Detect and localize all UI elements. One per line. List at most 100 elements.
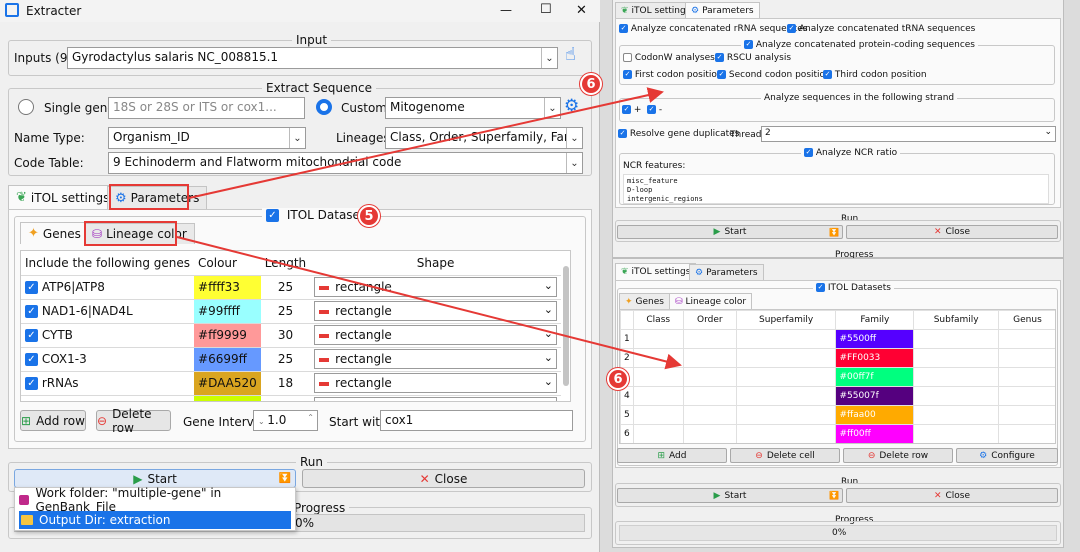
shape-cell[interactable]: rectangle ⌄ — [310, 323, 561, 348]
table-row[interactable]: ✓ CYTB #ff9999 30 rectangle ⌄ — [21, 323, 561, 348]
option-rscu[interactable]: ✓ RSCU analysis — [715, 53, 791, 63]
tab-parameters-small[interactable]: ⚙ Parameters — [689, 264, 764, 280]
lineage-cell[interactable] — [997, 424, 1055, 443]
configure-button[interactable]: ⚙ Configure — [956, 448, 1058, 463]
option-rrna[interactable]: ✓ Analyze concatenated rRNA sequences — [619, 24, 808, 34]
table-row[interactable]: 3#00ff7f — [620, 367, 1055, 387]
chevron-down-icon[interactable]: ⌄ — [566, 153, 582, 173]
lineage-cell[interactable] — [735, 386, 837, 406]
gene-cell[interactable]: ✓ NAD1-6|NAD4L — [21, 299, 195, 324]
length-cell[interactable]: 25 — [260, 347, 311, 372]
gene-cell[interactable]: ✓ CYTB — [21, 323, 195, 348]
lineage-cell[interactable] — [997, 405, 1055, 425]
lineage-cell[interactable] — [735, 405, 837, 425]
gene-cell[interactable]: ✓ tRNAs — [21, 395, 195, 402]
lineage-cell[interactable] — [913, 386, 999, 406]
start-button-small[interactable]: ▶ Start ⏬ — [617, 225, 843, 239]
lineage-cell[interactable] — [997, 348, 1055, 368]
lineage-cell[interactable] — [997, 367, 1055, 387]
check-icon[interactable]: ✓ — [25, 329, 38, 342]
lineage-cell[interactable] — [735, 329, 837, 349]
gear-icon[interactable]: ⚙ — [564, 96, 579, 116]
length-cell[interactable]: 15 — [260, 395, 311, 401]
gene-interval-spinbox[interactable]: ⌄ 1.0 ⌃ — [253, 410, 318, 431]
add-row-button[interactable]: ⊞ Add row — [20, 410, 86, 431]
delete-row-button[interactable]: ⊖ Delete row — [96, 407, 171, 435]
delete-cell-button[interactable]: ⊖ Delete cell — [730, 448, 840, 463]
table-row[interactable]: 4 #55007f — [620, 386, 1055, 406]
lineage-cell[interactable] — [632, 348, 684, 368]
family-color-cell[interactable]: #FF0033 — [835, 348, 915, 368]
family-color-cell[interactable]: #ff00ff — [835, 424, 915, 443]
chevron-down-icon[interactable]: ⌄ — [544, 98, 560, 118]
shape-cell[interactable]: rectangle ⌄ — [310, 395, 561, 401]
check-icon[interactable]: ✓ — [25, 401, 38, 402]
colour-cell[interactable]: #ccff00 — [194, 395, 261, 401]
lineage-cell[interactable] — [735, 367, 837, 387]
chevron-double-down-icon[interactable]: ⏬ — [829, 491, 839, 500]
chevron-down-icon[interactable]: ⌄ — [544, 375, 553, 388]
vertical-scrollbar[interactable] — [563, 266, 569, 386]
ncr-features-list[interactable]: misc_feature D-loop intergenic_regions — [623, 174, 1049, 204]
lineage-cell[interactable] — [682, 405, 737, 425]
close-button-small[interactable]: ✕ Close — [846, 488, 1058, 503]
single-gene-input[interactable]: 18S or 28S or ITS or cox1... — [108, 97, 305, 119]
delete-row-button-small[interactable]: ⊖ Delete row — [843, 448, 953, 463]
colour-cell[interactable]: #ffff33 — [194, 275, 261, 300]
close-window-button[interactable]: ✕ — [576, 3, 587, 18]
check-icon[interactable]: ✓ — [25, 305, 38, 318]
lineage-cell[interactable] — [735, 424, 837, 443]
minimize-button[interactable]: — — [500, 3, 512, 17]
tab-itol-settings[interactable]: ❦ iTOL settings — [8, 185, 118, 209]
lineage-cell[interactable] — [632, 386, 684, 406]
chevron-down-icon[interactable]: ⌄ — [541, 48, 557, 68]
menu-item-output-dir[interactable]: Output Dir: extraction — [19, 511, 291, 529]
lineage-cell[interactable] — [913, 348, 999, 368]
tab-genes[interactable]: ✦ Genes — [20, 222, 89, 244]
strand-minus[interactable]: ✓ - — [647, 105, 662, 115]
lineage-cell[interactable] — [632, 367, 684, 387]
tab-parameters-small[interactable]: ⚙ Parameters — [685, 2, 760, 18]
add-button[interactable]: ⊞ Add — [617, 448, 727, 463]
table-row[interactable]: 1 #5500ff — [620, 329, 1055, 349]
shape-cell[interactable]: rectangle ⌄ — [310, 299, 561, 324]
lineage-cell[interactable] — [682, 329, 737, 349]
tab-itol-settings-small[interactable]: ❦ iTOL settings — [615, 263, 697, 280]
code-table-select[interactable]: 9 Echinoderm and Flatworm mitochondrial … — [108, 152, 583, 174]
lineage-cell[interactable] — [682, 367, 737, 387]
option-ncr[interactable]: ✓ Analyze NCR ratio — [801, 148, 901, 158]
chevron-down-icon[interactable]: ⌄ — [544, 303, 553, 316]
pointer-hand-icon[interactable]: ☝ — [565, 44, 583, 66]
chevron-double-down-icon[interactable]: ⏬ — [829, 228, 839, 237]
gene-cell[interactable]: ✓ rRNAs — [21, 371, 195, 396]
lineage-cell[interactable] — [632, 405, 684, 425]
start-button-small[interactable]: ▶ Start ⏬ — [617, 488, 843, 503]
chevron-down-icon[interactable]: ⌄ — [544, 327, 553, 340]
colour-cell[interactable]: #6699ff — [194, 347, 261, 372]
table-row[interactable]: 5 #ffaa00 — [620, 405, 1055, 425]
maximize-button[interactable]: ☐ — [540, 2, 552, 17]
check-icon[interactable]: ✓ — [25, 281, 38, 294]
table-row[interactable]: ✓ COX1-3 #6699ff 25 rectangle ⌄ — [21, 347, 561, 372]
gene-cell[interactable]: ✓ COX1-3 — [21, 347, 195, 372]
family-color-cell[interactable]: #ffaa00 — [835, 405, 915, 425]
colour-cell[interactable]: #DAA520 — [194, 371, 261, 396]
option-pcg[interactable]: ✓ Analyze concatenated protein-coding se… — [741, 40, 978, 50]
chevron-down-icon[interactable]: ⌄ — [544, 279, 553, 292]
tab-lineage-color-small[interactable]: ⛁ Lineage color — [669, 293, 753, 309]
close-button[interactable]: ✕ Close — [302, 469, 585, 488]
close-button-small[interactable]: ✕ Close — [846, 225, 1058, 239]
chevron-down-icon[interactable]: ⌄ — [1044, 127, 1052, 137]
family-color-cell[interactable]: #55007f — [835, 386, 915, 406]
lineage-cell[interactable] — [682, 386, 737, 406]
menu-item-work-folder[interactable]: Work folder: "multiple-gene" in GenBank_… — [19, 486, 293, 514]
chevron-down-icon[interactable]: ⌄ — [566, 128, 582, 148]
chevron-down-icon[interactable]: ⌄ — [544, 399, 553, 401]
option-first-codon[interactable]: ✓ First codon position — [623, 70, 723, 80]
single-gene-radio[interactable] — [18, 99, 34, 115]
lineage-cell[interactable] — [913, 405, 999, 425]
lineage-cell[interactable] — [913, 329, 999, 349]
option-trna[interactable]: ✓ Analyze concatenated tRNA sequences — [787, 24, 975, 34]
chevron-double-down-icon[interactable]: ⏬ — [279, 473, 291, 484]
family-color-cell[interactable]: #5500ff — [835, 329, 915, 349]
